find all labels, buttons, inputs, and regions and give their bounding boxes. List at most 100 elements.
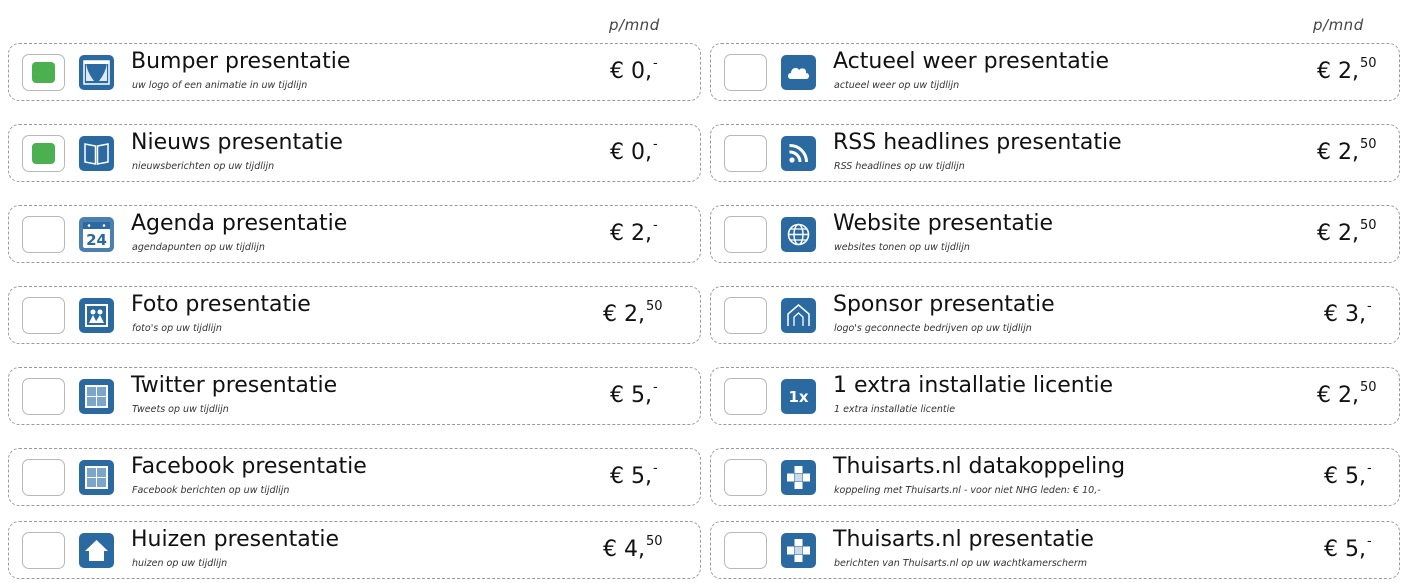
calendar-icon: 24 bbox=[79, 217, 114, 252]
price-main: € 0, bbox=[610, 59, 652, 84]
checkbox-rss[interactable] bbox=[724, 135, 767, 172]
price-main: € 2, bbox=[1317, 221, 1359, 246]
building-icon bbox=[781, 298, 816, 333]
option-price: € 2,50 bbox=[1317, 56, 1377, 84]
option-row-nieuws[interactable]: Nieuws presentatie nieuwsberichten op uw… bbox=[8, 124, 701, 182]
option-row-thuisarts-data[interactable]: Thuisarts.nl datakoppeling koppeling met… bbox=[710, 448, 1400, 506]
option-title: Facebook presentatie bbox=[131, 454, 367, 479]
price-sup: 50 bbox=[645, 534, 663, 549]
checkbox-facebook[interactable] bbox=[22, 459, 65, 496]
option-price: € 2,50 bbox=[1317, 380, 1377, 408]
option-subtitle: berichten van Thuisarts.nl op uw wachtka… bbox=[834, 558, 1088, 569]
option-price: € 0,- bbox=[610, 137, 658, 165]
checkbox-twitter[interactable] bbox=[22, 378, 65, 415]
option-row-facebook[interactable]: Facebook presentatie Facebook berichten … bbox=[8, 448, 701, 506]
globe-icon bbox=[781, 217, 816, 252]
option-row-weer[interactable]: Actueel weer presentatie actueel weer op… bbox=[710, 43, 1400, 101]
price-sup: 50 bbox=[645, 299, 663, 314]
option-title: Actueel weer presentatie bbox=[833, 49, 1109, 74]
checkbox-weer[interactable] bbox=[724, 54, 767, 91]
option-subtitle: websites tonen op uw tijdlijn bbox=[834, 242, 970, 253]
option-title: Huizen presentatie bbox=[131, 527, 340, 552]
option-subtitle: logo's geconnecte bedrijven op uw tijdli… bbox=[834, 323, 1032, 334]
option-price: € 0,- bbox=[610, 56, 658, 84]
house-icon bbox=[79, 533, 114, 568]
option-title: Website presentatie bbox=[833, 211, 1054, 236]
checkbox-bumper[interactable] bbox=[22, 54, 65, 91]
option-title: Nieuws presentatie bbox=[131, 130, 343, 155]
checkbox-licentie[interactable] bbox=[724, 378, 767, 415]
price-sup: 50 bbox=[1359, 137, 1377, 152]
option-subtitle: Facebook berichten op uw tijdlijn bbox=[132, 485, 290, 496]
option-row-sponsor[interactable]: Sponsor presentatie logo's geconnecte be… bbox=[710, 286, 1400, 344]
option-subtitle: nieuwsberichten op uw tijdlijn bbox=[132, 161, 275, 172]
option-row-rss[interactable]: RSS headlines presentatie RSS headlines … bbox=[710, 124, 1400, 182]
option-row-agenda[interactable]: 24 Agenda presentatie agendapunten op uw… bbox=[8, 205, 701, 263]
unit-label: p/mnd bbox=[1313, 16, 1364, 34]
option-row-huizen[interactable]: Huizen presentatie huizen op uw tijdlijn… bbox=[8, 521, 701, 579]
checkbox-nieuws[interactable] bbox=[22, 135, 65, 172]
price-main: € 5, bbox=[610, 464, 652, 489]
checkbox-sponsor[interactable] bbox=[724, 297, 767, 334]
price-main: € 2, bbox=[1317, 59, 1359, 84]
option-title: RSS headlines presentatie bbox=[833, 130, 1122, 155]
checkbox-foto[interactable] bbox=[22, 297, 65, 334]
option-subtitle: koppeling met Thuisarts.nl - voor niet N… bbox=[834, 485, 1101, 496]
option-subtitle: uw logo of een animatie in uw tijdlijn bbox=[132, 80, 308, 91]
price-main: € 2, bbox=[610, 221, 652, 246]
option-row-bumper[interactable]: Bumper presentatie uw logo of een animat… bbox=[8, 43, 701, 101]
price-sup: - bbox=[652, 56, 658, 71]
option-price: € 4,50 bbox=[603, 534, 663, 562]
option-title: 1 extra installatie licentie bbox=[833, 373, 1113, 398]
price-sup: - bbox=[652, 380, 658, 395]
price-sup: 50 bbox=[1359, 56, 1377, 71]
price-main: € 2, bbox=[603, 302, 645, 327]
medical-cross-icon bbox=[781, 460, 816, 495]
option-subtitle: RSS headlines op uw tijdlijn bbox=[834, 161, 965, 172]
option-row-foto[interactable]: Foto presentatie foto's op uw tijdlijn €… bbox=[8, 286, 701, 344]
price-sup: - bbox=[1366, 461, 1372, 476]
option-price: € 5,- bbox=[610, 380, 658, 408]
option-title: Bumper presentatie bbox=[131, 49, 351, 74]
checkbox-huizen[interactable] bbox=[22, 532, 65, 569]
price-sup: - bbox=[652, 137, 658, 152]
price-sup: - bbox=[1366, 299, 1372, 314]
option-subtitle: actueel weer op uw tijdlijn bbox=[834, 80, 960, 91]
price-main: € 0, bbox=[610, 140, 652, 165]
grid-icon bbox=[79, 460, 114, 495]
option-price: € 2,50 bbox=[1317, 137, 1377, 165]
checkbox-thuisarts-data[interactable] bbox=[724, 459, 767, 496]
license-1x-icon: 1x bbox=[781, 379, 816, 414]
price-sup: - bbox=[652, 461, 658, 476]
unit-label: p/mnd bbox=[609, 16, 660, 34]
rss-icon bbox=[781, 136, 816, 171]
option-price: € 5,- bbox=[610, 461, 658, 489]
price-main: € 5, bbox=[1324, 537, 1366, 562]
option-subtitle: agendapunten op uw tijdlijn bbox=[132, 242, 265, 253]
option-row-thuisarts-presentatie[interactable]: Thuisarts.nl presentatie berichten van T… bbox=[710, 521, 1400, 579]
option-title: Twitter presentatie bbox=[131, 373, 338, 398]
checkbox-agenda[interactable] bbox=[22, 216, 65, 253]
option-row-licentie[interactable]: 1x 1 extra installatie licentie 1 extra … bbox=[710, 367, 1400, 425]
price-sup: 50 bbox=[1359, 218, 1377, 233]
checkbox-thuisarts-presentatie[interactable] bbox=[724, 532, 767, 569]
medical-cross-icon bbox=[781, 533, 816, 568]
price-main: € 5, bbox=[610, 383, 652, 408]
option-row-website[interactable]: Website presentatie websites tonen op uw… bbox=[710, 205, 1400, 263]
option-title: Agenda presentatie bbox=[131, 211, 348, 236]
photo-icon bbox=[79, 298, 114, 333]
price-sup: 50 bbox=[1359, 380, 1377, 395]
option-subtitle: foto's op uw tijdlijn bbox=[132, 323, 222, 334]
option-row-twitter[interactable]: Twitter presentatie Tweets op uw tijdlij… bbox=[8, 367, 701, 425]
price-main: € 2, bbox=[1317, 140, 1359, 165]
option-price: € 5,- bbox=[1324, 461, 1372, 489]
price-sup: - bbox=[1366, 534, 1372, 549]
option-title: Thuisarts.nl datakoppeling bbox=[833, 454, 1126, 479]
option-price: € 2,50 bbox=[603, 299, 663, 327]
checkbox-checked-indicator bbox=[32, 62, 55, 83]
checkbox-website[interactable] bbox=[724, 216, 767, 253]
price-sup: - bbox=[652, 218, 658, 233]
theater-curtain-icon bbox=[79, 55, 114, 90]
option-subtitle: 1 extra installatie licentie bbox=[834, 404, 956, 415]
option-subtitle: Tweets op uw tijdlijn bbox=[132, 404, 229, 415]
